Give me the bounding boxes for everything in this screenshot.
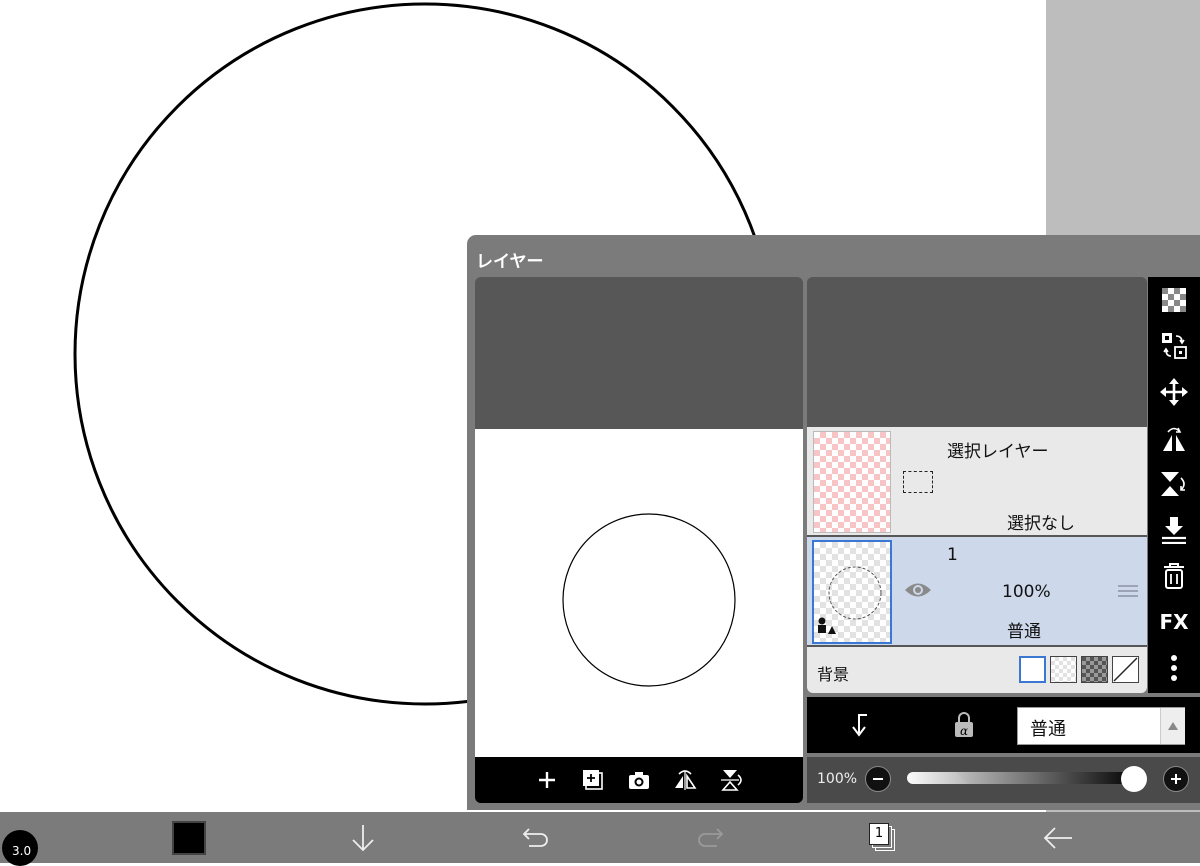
redo-icon [698, 827, 724, 847]
background-white-option[interactable] [1019, 656, 1046, 683]
flip-horizontal-button[interactable] [662, 757, 708, 803]
drag-handle-icon [1118, 585, 1138, 597]
layer-1-thumbnail [812, 540, 892, 644]
back-button[interactable] [1038, 812, 1078, 863]
bottom-toolbar: 3.0 1 [0, 812, 1200, 866]
plus-icon [1171, 774, 1181, 784]
visibility-toggle[interactable] [903, 579, 933, 605]
brush-size-value: 3.0 [12, 843, 32, 858]
add-paper-icon [583, 770, 603, 790]
move-button[interactable] [1148, 369, 1200, 415]
opacity-increase-button[interactable] [1163, 766, 1189, 792]
panel-title: レイヤー [476, 252, 544, 272]
opacity-decrease-button[interactable] [865, 766, 891, 792]
layer-list: 選択レイヤー 選択なし 1 100% 普通 背景 [807, 277, 1147, 693]
layer-list-empty [807, 277, 1147, 427]
opacity-bar: 100% [807, 757, 1200, 803]
fx-button[interactable]: FX [1148, 599, 1200, 645]
background-none-option[interactable] [1112, 656, 1139, 683]
selection-icon [903, 471, 933, 493]
add-layer-button[interactable] [524, 757, 570, 803]
layer-count: 1 [869, 822, 889, 845]
selection-layer-thumbnail [813, 431, 891, 533]
preview-toolbar [475, 757, 803, 803]
download-button[interactable] [343, 812, 383, 863]
layer-1-opacity: 100% [1002, 582, 1051, 602]
swap-layer-button[interactable] [1148, 323, 1200, 369]
flip-layer-horizontal-icon [1163, 427, 1185, 451]
clipping-arrow-icon [852, 714, 867, 737]
blend-dropdown-arrow[interactable] [1160, 708, 1185, 744]
delete-layer-button[interactable] [1148, 553, 1200, 599]
merge-down-button[interactable] [1148, 507, 1200, 553]
background-label: 背景 [817, 665, 850, 684]
selection-status: 選択なし [1007, 514, 1075, 534]
blend-mode-value: 普通 [1030, 719, 1066, 740]
svg-text:α: α [960, 724, 968, 738]
color-swatch [172, 820, 206, 855]
eye-icon [905, 583, 931, 597]
slash-icon [1113, 657, 1138, 682]
merge-down-icon [1162, 517, 1186, 544]
opacity-value: 100% [817, 771, 858, 787]
opacity-slider-handle[interactable] [1121, 766, 1147, 792]
drag-handle[interactable] [1117, 583, 1139, 603]
color-button[interactable] [170, 812, 208, 863]
camera-button[interactable] [616, 757, 662, 803]
more-vertical-icon [1171, 655, 1177, 681]
minus-icon [873, 778, 883, 780]
opacity-slider[interactable] [907, 772, 1137, 784]
layers-button[interactable]: 1 [864, 812, 904, 863]
layer-1-blend: 普通 [1007, 622, 1041, 642]
alpha-lock-button[interactable]: α [952, 711, 976, 743]
preview-circle [562, 513, 736, 687]
thumbnail-circle [818, 566, 882, 634]
background-dark-checker-option[interactable] [1081, 656, 1108, 683]
plus-icon [539, 772, 555, 788]
swap-layer-icon [1162, 333, 1187, 359]
selection-layer-name: 選択レイヤー [947, 442, 1049, 462]
background-transparent-option[interactable] [1050, 656, 1077, 683]
trash-icon [1164, 563, 1184, 589]
undo-icon [522, 827, 548, 847]
camera-icon [629, 772, 649, 789]
brush-size-button[interactable]: 3.0 [0, 812, 40, 866]
transparency-button[interactable] [1148, 277, 1200, 323]
undo-button[interactable] [516, 812, 556, 863]
checker-icon [1162, 288, 1186, 312]
add-paper-layer-button[interactable] [570, 757, 616, 803]
redo-button[interactable] [690, 812, 730, 863]
brush-size-indicator: 3.0 [2, 829, 38, 866]
layer-side-toolbar: FX [1148, 277, 1200, 693]
flip-vertical-icon [721, 770, 742, 791]
preview-canvas [475, 429, 803, 757]
more-options-button[interactable] [1148, 645, 1200, 691]
caret-up-icon [1168, 722, 1178, 730]
layer-panel: レイヤー 選択レイヤー 選択なし 1 100% 普通 背景 FX α 普通 10… [467, 235, 1200, 810]
flip-horizontal-icon [675, 770, 697, 790]
arrow-down-icon [352, 824, 374, 851]
layer-1-name: 1 [947, 545, 958, 565]
alpha-lock-icon: α [955, 712, 973, 738]
move-icon [1160, 378, 1188, 406]
blend-mode-select[interactable]: 普通 [1017, 707, 1185, 745]
clipping-button[interactable] [847, 711, 871, 743]
flip-vertical-button[interactable] [708, 757, 754, 803]
blend-bar: α 普通 [807, 697, 1200, 753]
background-row: 背景 [807, 647, 1147, 693]
layer-row-1[interactable]: 1 100% 普通 [807, 537, 1147, 645]
flip-layer-horizontal-button[interactable] [1148, 415, 1200, 461]
arrow-left-icon [1043, 826, 1072, 849]
layers-icon: 1 [869, 822, 899, 853]
layer-preview[interactable] [475, 277, 803, 803]
selection-layer-row[interactable]: 選択レイヤー 選択なし [807, 427, 1147, 535]
flip-layer-vertical-icon [1161, 472, 1185, 496]
flip-layer-vertical-button[interactable] [1148, 461, 1200, 507]
